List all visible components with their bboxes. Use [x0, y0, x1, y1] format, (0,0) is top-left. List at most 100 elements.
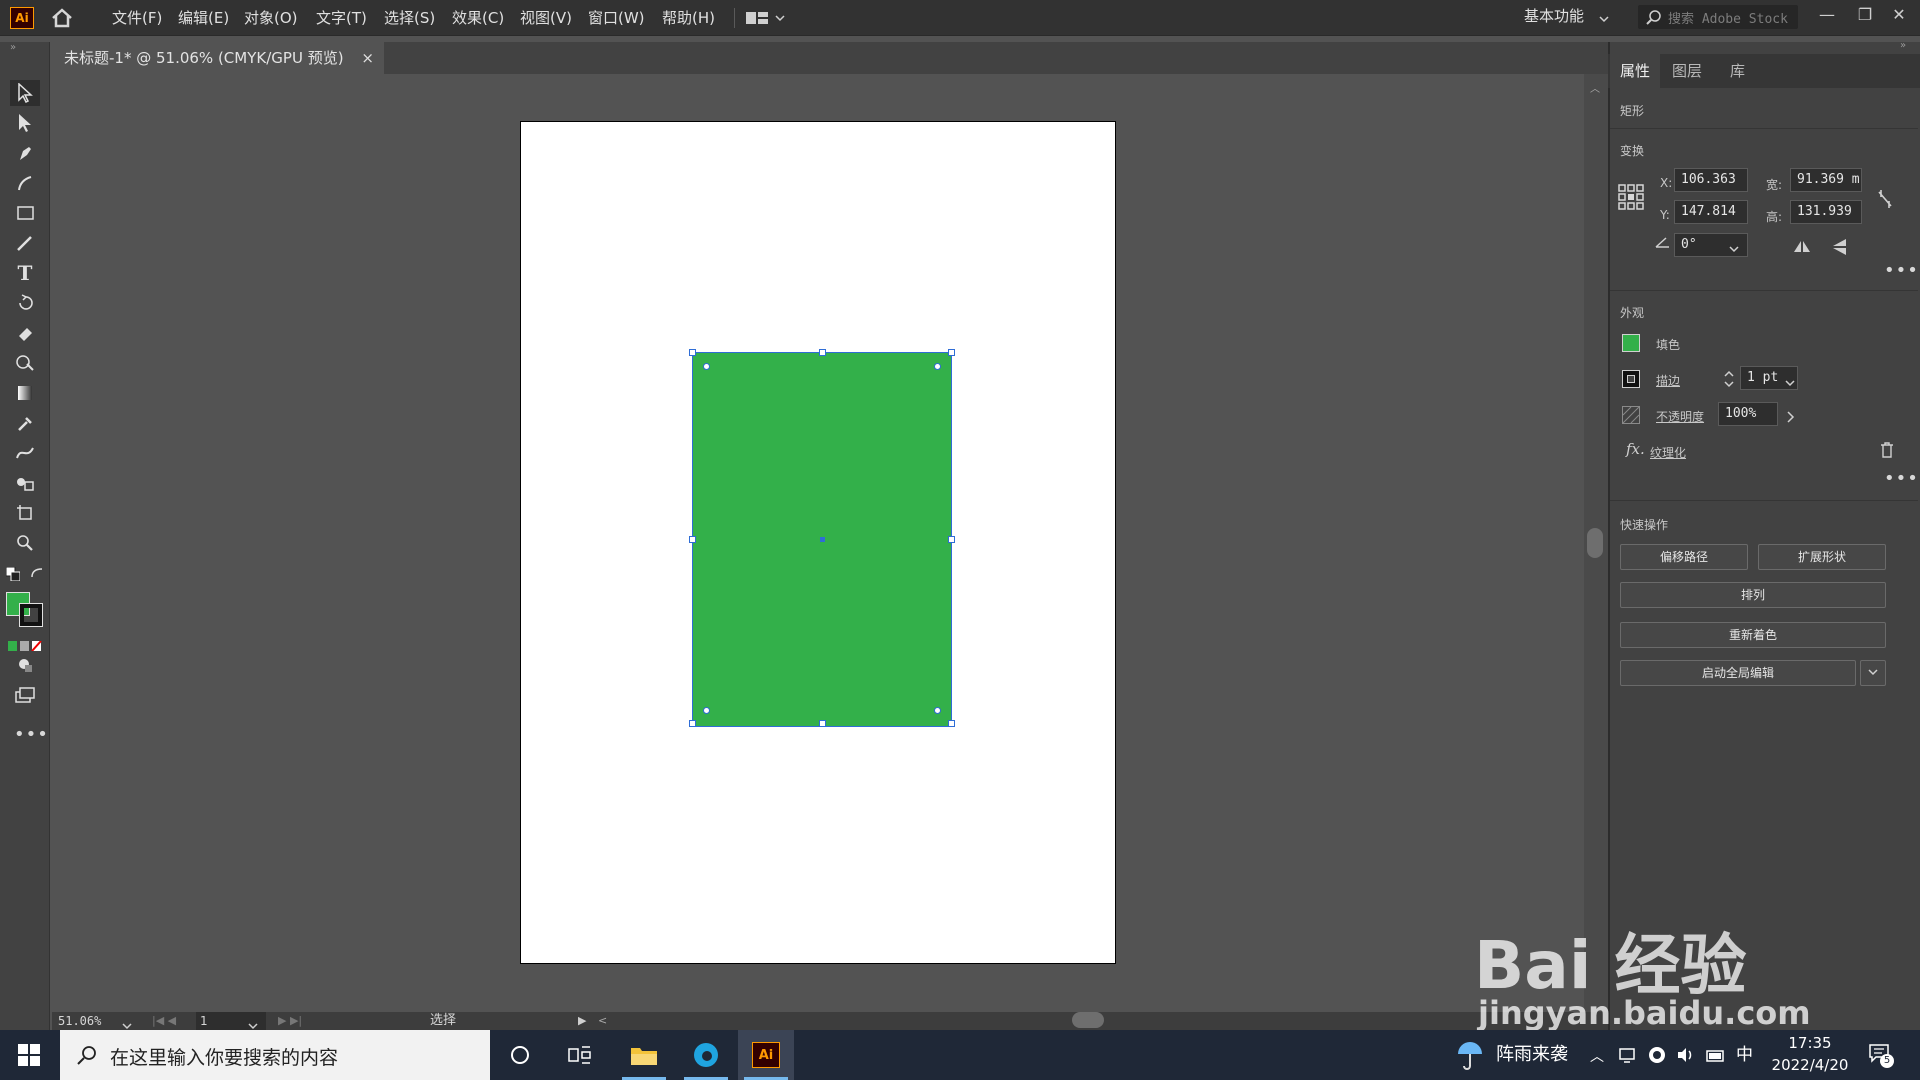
x-position-field[interactable]: 106.363: [1674, 168, 1748, 192]
stroke-stepper-icon[interactable]: [1722, 367, 1736, 391]
shape-builder-tool-icon[interactable]: [10, 350, 40, 376]
scroll-up-icon[interactable]: ︿: [1590, 80, 1600, 95]
menu-edit[interactable]: 编辑(E): [174, 0, 233, 36]
minimize-button[interactable]: —: [1812, 2, 1842, 28]
stroke-label-link[interactable]: 描边: [1656, 372, 1680, 389]
network-icon[interactable]: [1618, 1046, 1636, 1064]
battery-icon[interactable]: [1706, 1048, 1726, 1062]
selected-rectangle[interactable]: [689, 349, 955, 727]
color-mode-icons[interactable]: [8, 636, 44, 652]
global-edit-button[interactable]: 启动全局编辑: [1620, 660, 1856, 686]
opacity-label-link[interactable]: 不透明度: [1656, 408, 1704, 425]
resize-handle-t[interactable]: [819, 349, 826, 356]
curvature-tool-icon[interactable]: [10, 170, 40, 196]
status-mode-label[interactable]: 选择: [430, 1012, 456, 1030]
blend-tool-icon[interactable]: [10, 440, 40, 466]
rectangle-tool-icon[interactable]: [10, 200, 40, 226]
zoom-tool-icon[interactable]: [10, 530, 40, 556]
resize-handle-l[interactable]: [689, 536, 696, 543]
edit-toolbar-icon[interactable]: •••: [14, 724, 49, 745]
paintbrush-tool-icon[interactable]: [10, 230, 40, 256]
first-artboard-icon[interactable]: |◀ ◀: [152, 1012, 176, 1030]
resize-handle-br[interactable]: [948, 720, 955, 727]
menu-type[interactable]: 文字(T): [312, 0, 371, 36]
eyedropper-tool-icon[interactable]: [10, 410, 40, 436]
opacity-arrow-icon[interactable]: [1786, 408, 1796, 423]
illustrator-taskbar-icon[interactable]: Ai: [738, 1030, 794, 1080]
edge-browser-icon[interactable]: [678, 1030, 734, 1080]
angle-dropdown-icon[interactable]: [1728, 240, 1740, 253]
corner-widget-tr[interactable]: [934, 363, 941, 370]
corner-widget-tl[interactable]: [703, 363, 710, 370]
menu-window[interactable]: 窗口(W): [584, 0, 649, 36]
panel-collapse-icon[interactable]: »: [1900, 40, 1906, 51]
resize-handle-r[interactable]: [948, 536, 955, 543]
menu-view[interactable]: 视图(V): [516, 0, 576, 36]
menu-effect[interactable]: 效果(C): [448, 0, 508, 36]
more-appearance-options-icon[interactable]: •••: [1884, 468, 1919, 489]
show-hidden-icons-icon[interactable]: ︿: [1590, 1046, 1604, 1066]
workspace-switcher[interactable]: 基本功能: [1524, 0, 1584, 36]
resize-handle-bl[interactable]: [689, 720, 696, 727]
close-window-button[interactable]: ✕: [1884, 2, 1914, 28]
pen-tool-icon[interactable]: [10, 140, 40, 166]
opacity-field[interactable]: 100%: [1718, 402, 1778, 426]
recolor-button[interactable]: 重新着色: [1620, 622, 1886, 648]
opacity-icon[interactable]: [1622, 406, 1640, 424]
global-edit-dropdown[interactable]: [1860, 660, 1886, 686]
stroke-swatch[interactable]: [19, 603, 43, 627]
artboard-tool-icon[interactable]: [10, 500, 40, 526]
vertical-scroll-thumb[interactable]: [1587, 528, 1603, 558]
scroll-left-icon[interactable]: <: [598, 1012, 607, 1030]
menu-file[interactable]: 文件(F): [108, 0, 166, 36]
type-tool-icon[interactable]: T: [10, 260, 40, 286]
default-colors-icon[interactable]: [5, 566, 21, 582]
artboard-dropdown-icon[interactable]: [248, 1016, 258, 1030]
stroke-dropdown-icon[interactable]: [1784, 374, 1796, 387]
menu-help[interactable]: 帮助(H): [658, 0, 719, 36]
menu-object[interactable]: 对象(O): [240, 0, 302, 36]
resize-handle-tl[interactable]: [689, 349, 696, 356]
corner-widget-br[interactable]: [934, 707, 941, 714]
file-explorer-icon[interactable]: [616, 1030, 672, 1080]
status-menu-arrow-icon[interactable]: ▶: [578, 1012, 586, 1030]
more-transform-options-icon[interactable]: •••: [1884, 260, 1919, 281]
corner-widget-bl[interactable]: [703, 707, 710, 714]
horizontal-scroll-thumb[interactable]: [1072, 1012, 1104, 1028]
weather-umbrella-icon[interactable]: [1456, 1040, 1484, 1070]
appearance-stroke-swatch[interactable]: [1622, 370, 1640, 388]
direct-selection-tool-icon[interactable]: [10, 110, 40, 136]
symbol-sprayer-tool-icon[interactable]: [10, 470, 40, 496]
flip-vertical-icon[interactable]: [1830, 238, 1850, 256]
screen-mode-icon[interactable]: [10, 682, 40, 708]
input-method-indicator[interactable]: 中: [1736, 1030, 1753, 1080]
offset-path-button[interactable]: 偏移路径: [1620, 544, 1748, 570]
effect-link-texturize[interactable]: 纹理化: [1650, 444, 1686, 461]
expand-shape-button[interactable]: 扩展形状: [1758, 544, 1886, 570]
panel-collapse-icon[interactable]: »: [10, 42, 16, 53]
document-tab[interactable]: 未标题-1* @ 51.06% (CMYK/GPU 预览) ×: [52, 42, 384, 74]
height-field[interactable]: 131.939: [1790, 200, 1862, 224]
weather-text[interactable]: 阵雨来袭: [1496, 1030, 1568, 1080]
close-tab-icon[interactable]: ×: [361, 42, 374, 74]
taskbar-clock[interactable]: 17:35 2022/4/20: [1770, 1032, 1850, 1076]
volume-icon[interactable]: [1676, 1046, 1694, 1064]
chevron-down-icon[interactable]: [1598, 10, 1610, 23]
constrain-proportions-icon[interactable]: [1876, 188, 1894, 210]
tab-layers[interactable]: 图层: [1662, 54, 1712, 88]
eraser-tool-icon[interactable]: [10, 320, 40, 346]
menu-select[interactable]: 选择(S): [380, 0, 439, 36]
trash-icon[interactable]: [1880, 442, 1894, 458]
reference-point-icon[interactable]: [1618, 184, 1644, 210]
gradient-tool-icon[interactable]: [10, 380, 40, 406]
draw-mode-icon[interactable]: [10, 652, 40, 678]
arrange-documents-icon[interactable]: [746, 10, 786, 26]
rotate-tool-icon[interactable]: [10, 290, 40, 316]
cortana-icon[interactable]: [492, 1030, 548, 1080]
resize-handle-b[interactable]: [819, 720, 826, 727]
swap-colors-icon[interactable]: [30, 566, 44, 580]
restore-button[interactable]: ❐: [1850, 2, 1880, 28]
stock-search-input[interactable]: 搜索 Adobe Stock: [1638, 5, 1798, 29]
taskbar-search-input[interactable]: 在这里输入你要搜索的内容: [60, 1030, 490, 1080]
home-icon[interactable]: [50, 8, 74, 28]
